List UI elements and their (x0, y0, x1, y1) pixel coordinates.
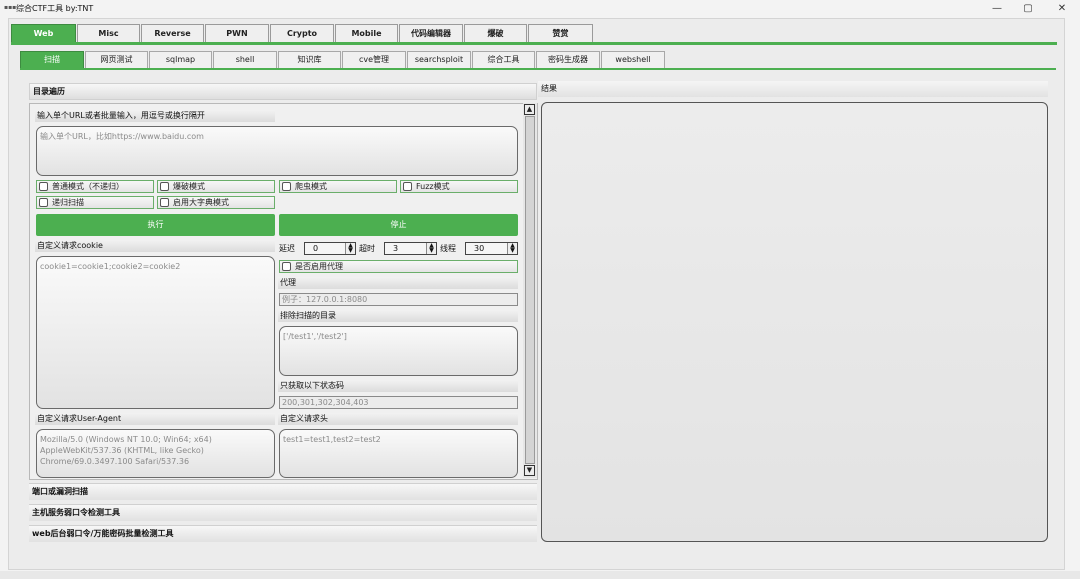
checkbox-icon (160, 181, 169, 191)
threads-spinbox[interactable]: 30 ▲ ▼ (465, 242, 518, 255)
host-weak-password-section[interactable]: 主机服务弱口令检测工具 (29, 504, 537, 521)
checkbox-icon (39, 197, 48, 207)
headers-textarea[interactable]: test1=test1,test2=test2 (279, 429, 518, 478)
execute-button[interactable]: 执行 (36, 214, 275, 236)
subtab-searchsploit[interactable]: searchsploit (407, 51, 471, 69)
dir-scan-header[interactable]: 目录遍历 (29, 83, 537, 100)
minimize-button[interactable]: — (980, 0, 1014, 18)
url-label: 输入单个URL或者批量输入，用逗号或换行隔开 (35, 110, 275, 122)
normal-mode-checkbox[interactable]: 普通模式（不递归） (36, 180, 154, 193)
close-button[interactable]: ✕ (1045, 0, 1079, 18)
tab-donate[interactable]: 赞赏 (528, 24, 593, 43)
tab-bruteforce[interactable]: 爆破 (464, 24, 527, 43)
main-tab-underline (11, 42, 1057, 45)
checkbox-icon (282, 181, 291, 191)
title-bar: ▪▪▪ 综合CTF工具 by:TNT — ▢ ✕ (0, 0, 1080, 18)
recursive-scan-checkbox[interactable]: 递归扫描 (36, 196, 154, 209)
scrollbar-thumb[interactable] (525, 116, 535, 464)
subtab-shell[interactable]: shell (213, 51, 277, 69)
port-vuln-scan-section[interactable]: 端口或漏洞扫描 (29, 483, 537, 500)
subtab-password-gen[interactable]: 密码生成器 (536, 51, 600, 69)
brute-mode-checkbox[interactable]: 爆破模式 (157, 180, 275, 193)
checkbox-icon (160, 197, 169, 207)
cookie-textarea[interactable]: cookie1=cookie1;cookie2=cookie2 (36, 256, 275, 409)
proxy-label: 代理 (278, 277, 518, 289)
app-icon: ▪▪▪ (4, 4, 17, 11)
headers-label: 自定义请求头 (278, 413, 518, 425)
tab-web[interactable]: Web (11, 24, 76, 43)
stop-button[interactable]: 停止 (279, 214, 518, 236)
delay-spinbox[interactable]: 0 ▲ ▼ (304, 242, 356, 255)
tab-code-editor[interactable]: 代码编辑器 (399, 24, 463, 43)
web-admin-weak-password-section[interactable]: web后台弱口令/万能密码批量检测工具 (29, 525, 537, 542)
tab-misc[interactable]: Misc (77, 24, 140, 43)
subtab-web-test[interactable]: 网页测试 (85, 51, 148, 69)
subtab-sqlmap[interactable]: sqlmap (149, 51, 212, 69)
crawler-mode-checkbox[interactable]: 爬虫模式 (279, 180, 397, 193)
status-code-label: 只获取以下状态码 (278, 380, 518, 392)
spin-arrows-icon[interactable]: ▲ ▼ (345, 243, 355, 254)
proxy-input[interactable]: 例子：127.0.0.1:8080 (279, 293, 518, 306)
spin-arrows-icon[interactable]: ▲ ▼ (507, 243, 517, 254)
result-header: 结果 (538, 81, 1048, 97)
subtab-cve[interactable]: cve管理 (342, 51, 406, 69)
threads-label: 线程 (440, 244, 456, 253)
status-code-input[interactable]: 200,301,302,304,403 (279, 396, 518, 409)
checkbox-icon (39, 181, 48, 191)
timeout-label: 超时 (359, 244, 375, 253)
window-title: 综合CTF工具 by:TNT (16, 4, 94, 13)
user-agent-label: 自定义请求User-Agent (35, 413, 275, 425)
checkbox-icon (282, 261, 291, 271)
subtab-webshell[interactable]: webshell (601, 51, 665, 69)
scroll-down-icon[interactable]: ▼ (524, 465, 535, 476)
large-dict-checkbox[interactable]: 启用大字典模式 (157, 196, 275, 209)
delay-label: 延迟 (279, 244, 295, 253)
scroll-up-icon[interactable]: ▲ (524, 104, 535, 115)
spin-arrows-icon[interactable]: ▲ ▼ (426, 243, 436, 254)
timeout-spinbox[interactable]: 3 ▲ ▼ (384, 242, 437, 255)
tab-reverse[interactable]: Reverse (141, 24, 204, 43)
tab-mobile[interactable]: Mobile (335, 24, 398, 43)
user-agent-textarea[interactable]: Mozilla/5.0 (Windows NT 10.0; Win64; x64… (36, 429, 275, 478)
status-bar (0, 571, 1080, 579)
subtab-tools[interactable]: 综合工具 (472, 51, 535, 69)
fuzz-mode-checkbox[interactable]: Fuzz模式 (400, 180, 518, 193)
tab-pwn[interactable]: PWN (205, 24, 269, 43)
subtab-knowledge[interactable]: 知识库 (278, 51, 341, 69)
maximize-button[interactable]: ▢ (1011, 0, 1045, 18)
proxy-enable-checkbox[interactable]: 是否启用代理 (279, 260, 518, 273)
checkbox-icon (403, 181, 412, 191)
sub-tab-underline (20, 68, 1056, 70)
subtab-scan[interactable]: 扫描 (20, 51, 84, 69)
exclude-label: 排除扫描的目录 (278, 310, 518, 322)
exclude-textarea[interactable]: ['/test1','/test2'] (279, 326, 518, 376)
result-textarea[interactable] (541, 102, 1048, 542)
cookie-label: 自定义请求cookie (35, 240, 275, 252)
tab-crypto[interactable]: Crypto (270, 24, 334, 43)
url-textarea[interactable]: 输入单个URL，比如https://www.baidu.com (36, 126, 518, 176)
